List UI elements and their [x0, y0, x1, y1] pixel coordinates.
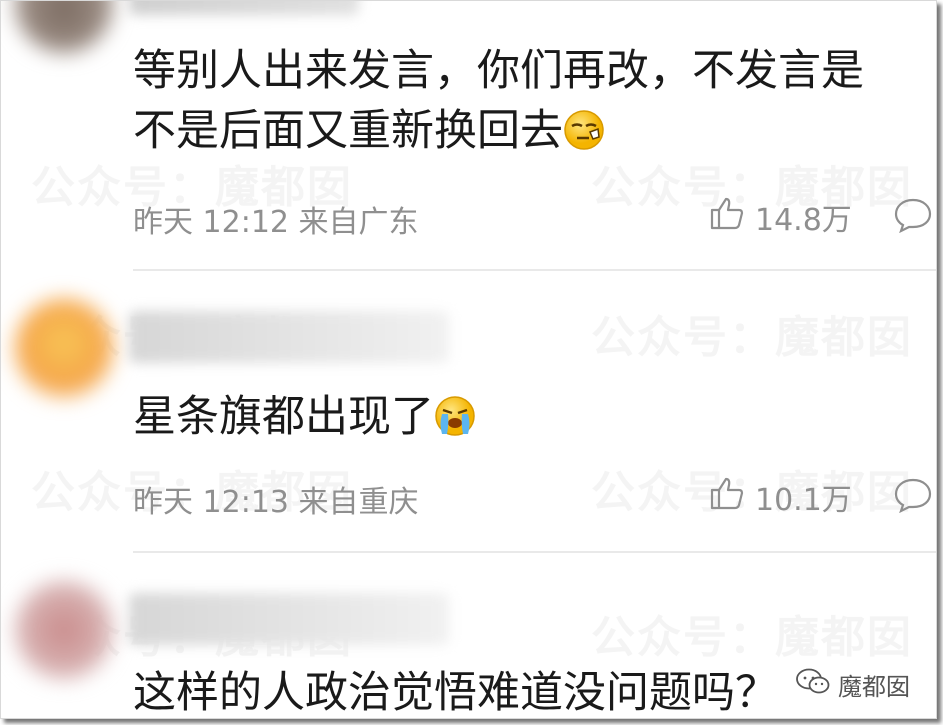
username-blurred[interactable]	[129, 311, 449, 363]
comment-text: 星条旗都出现了	[133, 387, 912, 453]
like-count: 10.1万	[755, 483, 852, 518]
comment-text-line: 等别人出来发言，你们再改，不发言是	[133, 46, 864, 96]
chat-bubble-icon	[796, 668, 830, 702]
comment-meta: 昨天 12:12 来自广东	[133, 197, 419, 241]
smirk-emoji-icon	[563, 107, 605, 167]
divider	[133, 551, 936, 553]
watermark: 公众号：魔都囡	[591, 601, 913, 665]
crying-emoji-icon	[434, 393, 476, 453]
comment-location: 来自广东	[298, 205, 419, 240]
comment-time: 昨天 12:12	[133, 205, 289, 240]
reply-icon[interactable]	[893, 197, 933, 237]
like-count: 14.8万	[755, 203, 852, 238]
thumbs-up-icon	[709, 476, 745, 518]
badge-label: 魔都囡	[838, 673, 910, 701]
avatar[interactable]	[15, 299, 113, 397]
comment-meta: 昨天 12:13 来自重庆	[133, 477, 419, 521]
like-button[interactable]: 14.8万	[709, 195, 852, 239]
watermark: 公众号：魔都囡	[591, 301, 913, 365]
comment-feed: 公众号：魔都囡 公众号：魔都囡 公众号：魔都囡 公众号：魔都囡 公众号：魔都囡 …	[0, 0, 937, 719]
avatar[interactable]	[15, 581, 113, 679]
comment-text-line: 不是后面又重新换回去	[133, 101, 912, 167]
account-badge: 魔都囡	[796, 667, 910, 702]
thumbs-up-icon	[709, 196, 745, 238]
reply-icon[interactable]	[893, 477, 933, 517]
username-blurred[interactable]	[129, 593, 449, 645]
comment-time: 昨天 12:13	[133, 485, 289, 520]
username-blurred[interactable]	[129, 1, 359, 15]
comment-location: 来自重庆	[298, 485, 419, 520]
divider	[133, 269, 936, 271]
avatar[interactable]	[15, 1, 113, 53]
comment-text: 等别人出来发言，你们再改，不发言是 不是后面又重新换回去	[133, 41, 912, 167]
like-button[interactable]: 10.1万	[709, 475, 852, 519]
